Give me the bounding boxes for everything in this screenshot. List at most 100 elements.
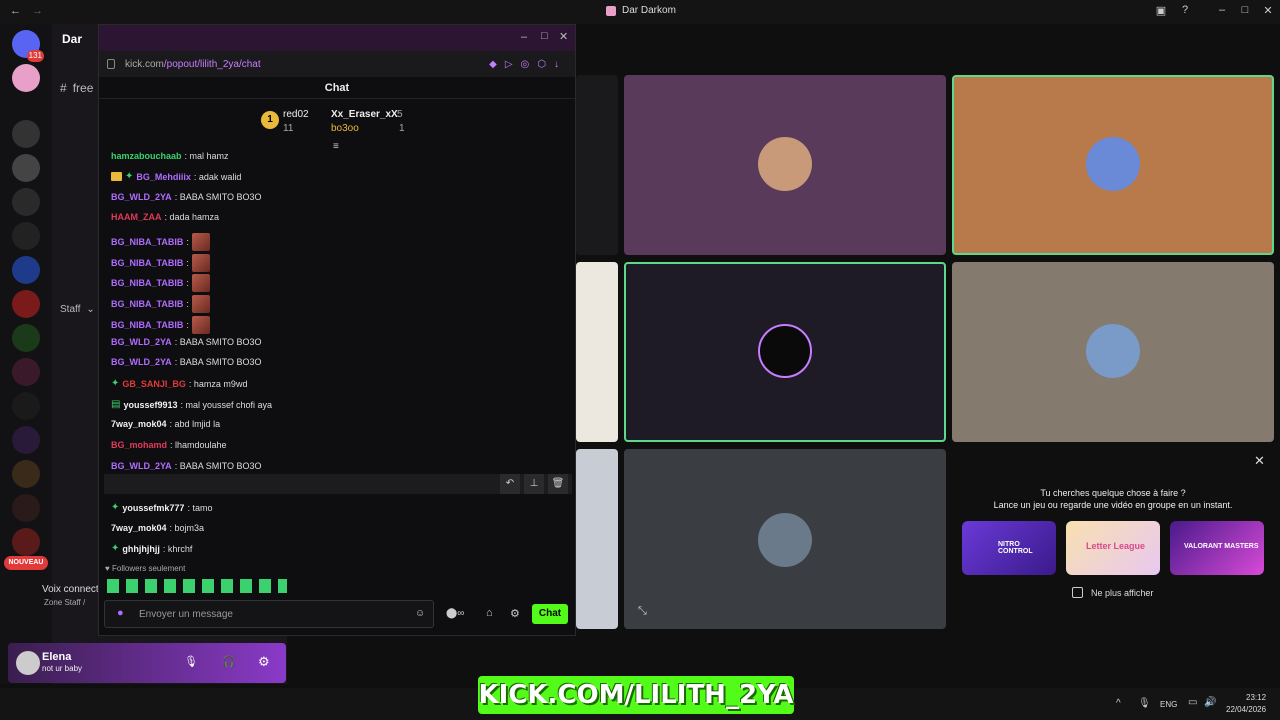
activity-card-letter-league[interactable]: Letter League bbox=[1066, 521, 1160, 575]
settings-icon[interactable]: ⚙ bbox=[510, 607, 520, 620]
store-icon[interactable]: ⌂ bbox=[486, 607, 493, 619]
chat-message[interactable]: BG_WLD_2YA: BABA SMITO BO3O bbox=[111, 461, 262, 471]
video-tile-5[interactable]: ⤡ bbox=[624, 449, 946, 629]
server-icon-5[interactable] bbox=[12, 222, 40, 250]
chat-username[interactable]: BG_NIBA_TABIB bbox=[111, 299, 183, 309]
chat-message[interactable]: BG_WLD_2YA: BABA SMITO BO3O bbox=[111, 357, 262, 367]
server-icon-13[interactable] bbox=[12, 494, 40, 522]
video-tile-2-speaking[interactable] bbox=[952, 75, 1274, 255]
emoji-icon[interactable]: ☺ bbox=[415, 608, 425, 619]
headphones-icon[interactable]: 🎧 bbox=[222, 655, 236, 668]
chat-username[interactable]: youssefmk777 bbox=[122, 503, 184, 513]
chat-message[interactable]: BG_WLD_2YA: BABA SMITO BO3O bbox=[111, 192, 262, 202]
chat-message[interactable]: BG_NIBA_TABIB: bbox=[111, 295, 210, 313]
chat-message[interactable]: ✦ GB_SANJI_BG: hamza m9wd bbox=[111, 378, 247, 389]
activity-card-nitro-control[interactable]: NITRO CONTROL bbox=[962, 521, 1056, 575]
language-indicator[interactable]: ENG bbox=[1160, 700, 1177, 709]
discord-home-icon[interactable]: 131 bbox=[12, 30, 44, 62]
video-tile-partial-2[interactable] bbox=[576, 262, 618, 442]
chat-username[interactable]: BG_NIBA_TABIB bbox=[111, 278, 183, 288]
chat-message[interactable]: BG_mohamd: lhamdoulahe bbox=[111, 440, 227, 450]
video-tile-1[interactable] bbox=[624, 75, 946, 255]
chat-message[interactable]: ✦ ghhjhjhjj: khrchf bbox=[111, 543, 192, 554]
leader-name-1[interactable]: red02 bbox=[283, 109, 309, 120]
video-tile-3-speaking[interactable] bbox=[624, 262, 946, 442]
chat-username[interactable]: BG_WLD_2YA bbox=[111, 337, 172, 347]
message-input[interactable]: ● Envoyer un message ☺ bbox=[104, 600, 434, 628]
chat-username[interactable]: youssef9913 bbox=[123, 400, 177, 410]
chat-message[interactable]: ✦ BG_Mehdiiix: adak walid bbox=[111, 171, 241, 182]
chat-username[interactable]: BG_mohamd bbox=[111, 440, 167, 450]
chat-message[interactable]: BG_NIBA_TABIB: bbox=[111, 274, 210, 292]
chat-username[interactable]: BG_NIBA_TABIB bbox=[111, 320, 183, 330]
avatar[interactable] bbox=[16, 651, 40, 675]
send-chat-button[interactable]: Chat bbox=[532, 604, 568, 624]
emote-bar[interactable] bbox=[107, 579, 287, 593]
chat-username[interactable]: BG_NIBA_TABIB bbox=[111, 258, 183, 268]
server-icon-9[interactable] bbox=[12, 358, 40, 386]
chat-message[interactable]: ▤ youssef9913: mal youssef chofi aya bbox=[111, 399, 272, 410]
chat-message[interactable]: ✦ youssefmk777: tamo bbox=[111, 502, 212, 513]
mic-tray-icon[interactable]: 🎙 bbox=[1138, 698, 1151, 709]
chat-username[interactable]: hamzabouchaab bbox=[111, 151, 182, 161]
server-icon-2[interactable] bbox=[12, 120, 40, 148]
minimize-button[interactable]: – bbox=[1212, 4, 1232, 16]
chat-message[interactable]: BG_NIBA_TABIB: bbox=[111, 233, 210, 251]
volume-icon[interactable]: 🔊 bbox=[1204, 697, 1216, 708]
channel-free[interactable]: # free bbox=[60, 81, 93, 95]
leader-name-3[interactable]: bo3oo bbox=[331, 123, 359, 134]
chat-username[interactable]: BG_NIBA_TABIB bbox=[111, 237, 183, 247]
close-icon[interactable]: ✕ bbox=[1254, 453, 1265, 469]
chat-username[interactable]: 7way_mok04 bbox=[111, 419, 167, 429]
reply-icon[interactable]: ↶ bbox=[500, 474, 520, 494]
server-icon-11[interactable] bbox=[12, 426, 40, 454]
server-icon-8[interactable] bbox=[12, 324, 40, 352]
chat-message[interactable]: HAAM_ZAA: dada hamza bbox=[111, 212, 219, 222]
forward-icon[interactable]: → bbox=[32, 5, 43, 17]
staff-category[interactable]: Staff ⌄ bbox=[60, 304, 95, 315]
help-icon[interactable]: ? bbox=[1175, 4, 1195, 16]
video-tile-partial-3[interactable] bbox=[576, 449, 618, 629]
video-tile-4[interactable] bbox=[952, 262, 1274, 442]
chat-message[interactable]: 7way_mok04: bojm3a bbox=[111, 523, 204, 533]
points-icon[interactable]: ⬤∞ bbox=[446, 608, 464, 619]
expand-leaderboard-icon[interactable]: ≡ bbox=[333, 141, 339, 152]
url-bar[interactable]: kick.com/popout/lilith_2ya/chat ◆▷◎⬡↓ bbox=[99, 51, 575, 77]
clock-date[interactable]: 22/04/2026 bbox=[1226, 705, 1266, 714]
chat-username[interactable]: GB_SANJI_BG bbox=[122, 379, 186, 389]
server-icon-1[interactable] bbox=[12, 64, 40, 92]
close-button[interactable]: ✕ bbox=[1258, 4, 1278, 17]
chat-username[interactable]: BG_Mehdiiix bbox=[136, 172, 191, 182]
chat-username[interactable]: HAAM_ZAA bbox=[111, 212, 162, 222]
chat-username[interactable]: ghhjhjhjj bbox=[122, 544, 160, 554]
tray-chevron-icon[interactable]: ^ bbox=[1116, 698, 1121, 709]
dont-show-checkbox[interactable] bbox=[1072, 587, 1083, 598]
pin-icon[interactable]: ⊥ bbox=[524, 474, 544, 494]
network-icon[interactable]: ▭ bbox=[1188, 697, 1197, 708]
server-icon-10[interactable] bbox=[12, 392, 40, 420]
server-icon-7[interactable] bbox=[12, 290, 40, 318]
hide-video-icon[interactable]: ⤡ bbox=[638, 605, 647, 618]
delete-icon[interactable]: 🗑 bbox=[548, 474, 568, 494]
settings-icon[interactable]: ⚙ bbox=[258, 654, 270, 670]
chat-message[interactable]: 7way_mok04: abd lmjid la bbox=[111, 419, 220, 429]
back-icon[interactable]: ← bbox=[10, 5, 21, 17]
chat-username[interactable]: BG_WLD_2YA bbox=[111, 461, 172, 471]
inbox-icon[interactable]: ▣ bbox=[1151, 4, 1171, 17]
close-button[interactable]: ✕ bbox=[559, 30, 568, 43]
server-icon-4[interactable] bbox=[12, 188, 40, 216]
minimize-button[interactable]: – bbox=[521, 31, 527, 43]
extension-icons[interactable]: ◆▷◎⬡↓ bbox=[489, 59, 567, 70]
chat-message[interactable]: BG_NIBA_TABIB: bbox=[111, 316, 210, 334]
server-icon-6[interactable] bbox=[12, 256, 40, 284]
chat-message[interactable]: BG_NIBA_TABIB: bbox=[111, 254, 210, 272]
leader-name-2[interactable]: Xx_Eraser_xX bbox=[331, 109, 398, 120]
maximize-button[interactable]: □ bbox=[1235, 4, 1255, 16]
microphone-icon[interactable]: ● bbox=[117, 607, 124, 619]
activity-card-valorant[interactable]: VALORANT MASTERS bbox=[1170, 521, 1264, 575]
server-icon-3[interactable] bbox=[12, 154, 40, 182]
chat-username[interactable]: BG_WLD_2YA bbox=[111, 357, 172, 367]
chat-message[interactable]: BG_WLD_2YA: BABA SMITO BO3O bbox=[111, 337, 262, 347]
server-icon-14[interactable] bbox=[12, 528, 40, 556]
chat-username[interactable]: 7way_mok04 bbox=[111, 523, 167, 533]
